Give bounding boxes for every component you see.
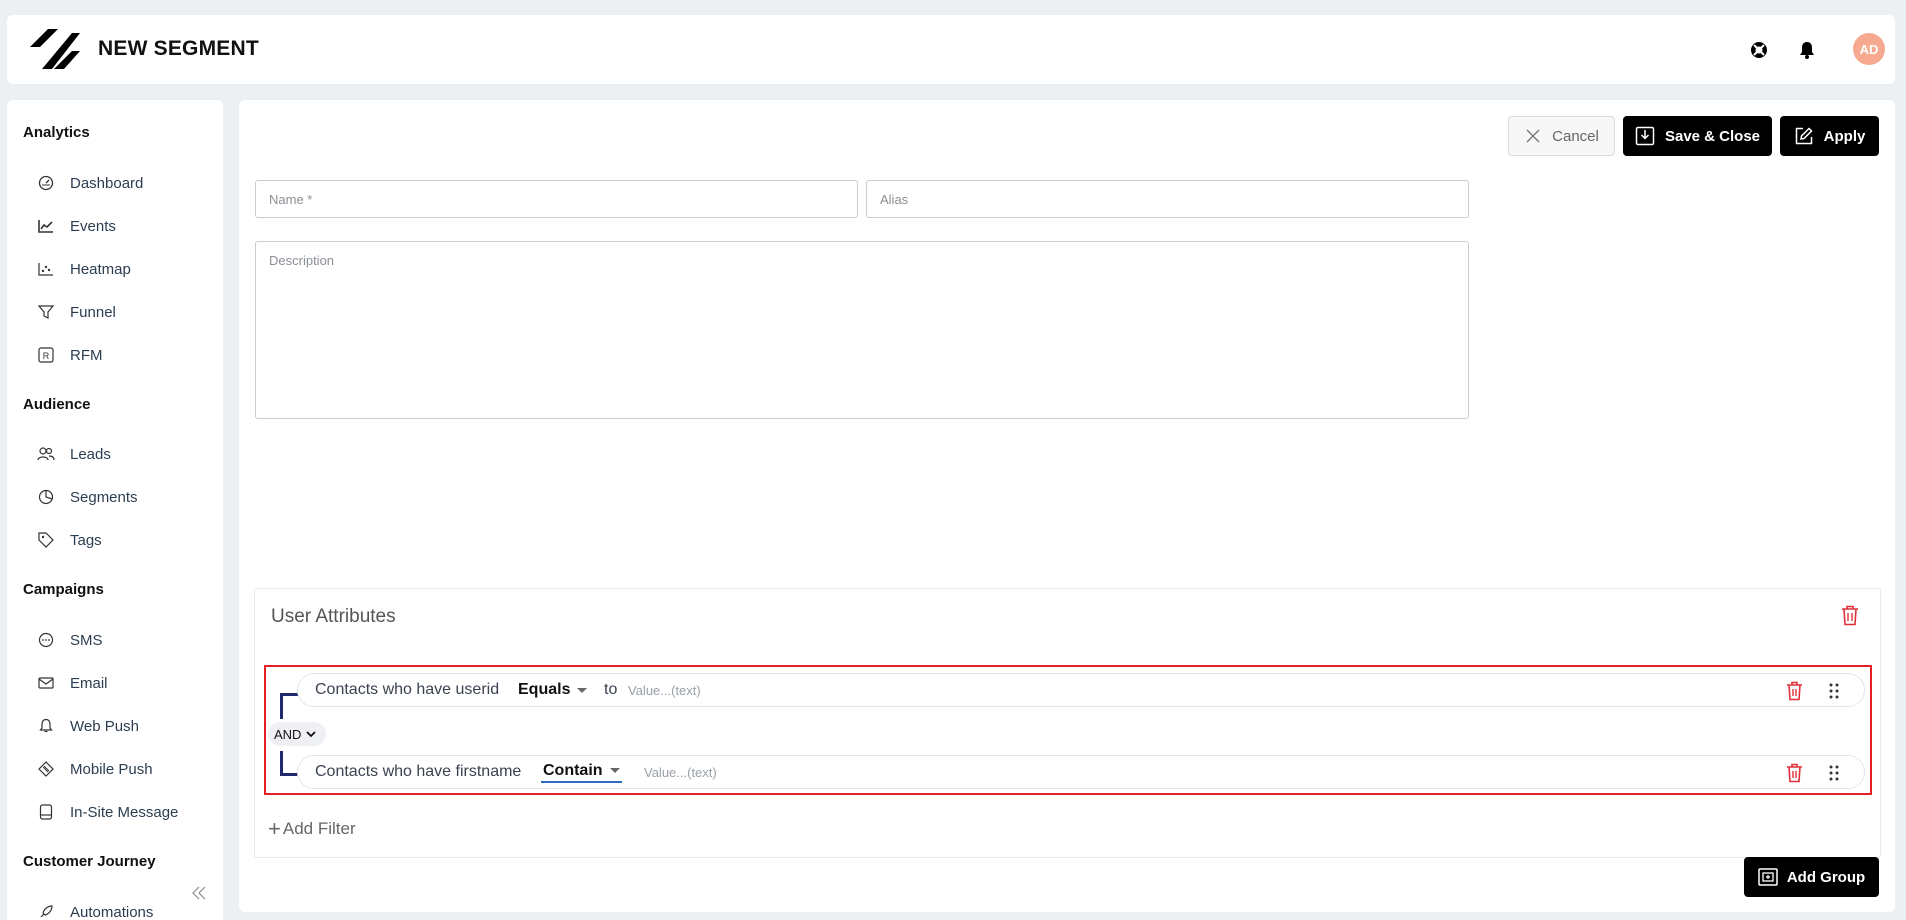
sidebar-section-analytics: Analytics (23, 124, 90, 141)
message-frame-icon (37, 803, 55, 821)
tag-icon (37, 531, 55, 549)
sidebar-item-label: Heatmap (70, 260, 131, 278)
condition-value-input[interactable] (628, 683, 928, 698)
user-avatar[interactable]: AD (1853, 33, 1885, 65)
mobile-push-icon (37, 760, 55, 778)
sidebar-item-in-site-message[interactable]: In-Site Message (37, 799, 217, 825)
sidebar-section-customer-journey: Customer Journey (23, 853, 156, 870)
condition-connector: to (604, 681, 618, 698)
sidebar-item-label: Events (70, 217, 116, 235)
svg-text:R: R (43, 351, 50, 361)
notification-bell-icon[interactable] (1796, 39, 1818, 61)
logic-bracket-bottom (280, 751, 298, 776)
delete-group-trash-icon[interactable] (1841, 605, 1859, 626)
add-group-button[interactable]: Add Group (1744, 857, 1879, 897)
sidebar-item-label: Dashboard (70, 174, 144, 192)
apply-button[interactable]: Apply (1780, 116, 1879, 156)
save-and-close-button[interactable]: Save & Close (1623, 116, 1772, 156)
sidebar-item-web-push[interactable]: Web Push (37, 713, 217, 739)
pie-icon (37, 488, 55, 506)
sidebar-item-label: Web Push (70, 717, 139, 735)
operator-value: Contain (543, 761, 603, 779)
logic-bracket-top (280, 693, 298, 719)
chevron-down-icon (306, 730, 317, 738)
sidebar-item-label: In-Site Message (70, 803, 179, 821)
app-logo[interactable] (28, 25, 82, 73)
bell-icon (37, 717, 55, 735)
delete-condition-trash-icon[interactable] (1786, 681, 1803, 701)
logic-operator-select[interactable]: AND (268, 722, 326, 746)
sidebar-item-label: Leads (70, 445, 111, 463)
sidebar-item-label: SMS (70, 631, 103, 649)
logic-operator-value: AND (274, 726, 302, 742)
sidebar-item-mobile-push[interactable]: Mobile Push (37, 756, 217, 782)
drag-handle-icon[interactable] (1829, 683, 1839, 699)
sidebar-item-label: Segments (70, 488, 138, 506)
cancel-button[interactable]: Cancel (1508, 116, 1615, 156)
drag-handle-icon[interactable] (1829, 765, 1839, 781)
sidebar-item-label: Email (70, 674, 108, 692)
rocket-icon (37, 903, 55, 920)
delete-condition-trash-icon[interactable] (1786, 763, 1803, 783)
close-icon (1524, 127, 1542, 145)
caret-down-icon (609, 768, 620, 773)
condition-field-text: Contacts who have firstname (315, 763, 522, 780)
sidebar-item-sms[interactable]: SMS (37, 627, 217, 653)
sidebar-item-rfm[interactable]: R RFM (37, 342, 217, 368)
sidebar-item-email[interactable]: Email (37, 670, 217, 696)
condition-row: Contacts who have firstname Contain (297, 755, 1865, 789)
sidebar-section-audience: Audience (23, 396, 91, 413)
name-field[interactable] (255, 180, 858, 218)
filter-group-title: User Attributes (271, 606, 396, 627)
save-label: Save & Close (1664, 127, 1761, 145)
sidebar-item-label: Tags (70, 531, 102, 549)
r-box-icon: R (37, 346, 55, 364)
line-chart-icon (37, 217, 55, 235)
sidebar-item-heatmap[interactable]: Heatmap (37, 256, 217, 282)
sidebar-item-label: RFM (70, 346, 103, 364)
sidebar-item-label: Mobile Push (70, 760, 153, 778)
caret-down-icon (577, 687, 588, 693)
edit-icon (1794, 126, 1814, 146)
sidebar-item-segments[interactable]: Segments (37, 484, 217, 510)
add-group-label: Add Group (1786, 868, 1866, 886)
plus-icon: + (268, 816, 281, 841)
sidebar-item-tags[interactable]: Tags (37, 527, 217, 553)
add-filter-label: Add Filter (282, 819, 356, 838)
sidebar: Analytics Dashboard Events Heatmap Funne… (7, 100, 223, 920)
funnel-icon (37, 303, 55, 321)
sidebar-item-label: Automations (70, 903, 154, 920)
sidebar-item-label: Funnel (70, 303, 116, 321)
top-bar: NEW SEGMENT AD (7, 15, 1895, 84)
alias-field[interactable] (866, 180, 1469, 218)
description-field[interactable] (255, 241, 1469, 419)
sidebar-item-events[interactable]: Events (37, 213, 217, 239)
help-lifebuoy-icon[interactable] (1748, 39, 1770, 61)
condition-row: Contacts who have userid Equals to (297, 673, 1865, 707)
gauge-icon (37, 174, 55, 192)
cancel-label: Cancel (1552, 127, 1599, 145)
mail-icon (37, 674, 55, 692)
sidebar-item-leads[interactable]: Leads (37, 441, 217, 467)
save-download-icon (1635, 126, 1655, 146)
sidebar-item-funnel[interactable]: Funnel (37, 299, 217, 325)
add-filter-button[interactable]: + Add Filter (268, 818, 356, 840)
operator-dropdown[interactable]: Equals (518, 681, 588, 699)
chat-icon (37, 631, 55, 649)
condition-field-text: Contacts who have userid (315, 681, 500, 698)
add-group-icon (1758, 868, 1778, 886)
scatter-icon (37, 260, 55, 278)
operator-value: Equals (518, 681, 571, 698)
sidebar-section-campaigns: Campaigns (23, 581, 104, 598)
operator-dropdown[interactable]: Contain (541, 762, 622, 783)
users-icon (37, 445, 55, 463)
page-title: NEW SEGMENT (98, 37, 259, 60)
condition-value-input[interactable] (644, 765, 944, 780)
collapse-sidebar-icon[interactable] (189, 883, 209, 903)
apply-label: Apply (1823, 127, 1866, 145)
sidebar-item-dashboard[interactable]: Dashboard (37, 170, 217, 196)
